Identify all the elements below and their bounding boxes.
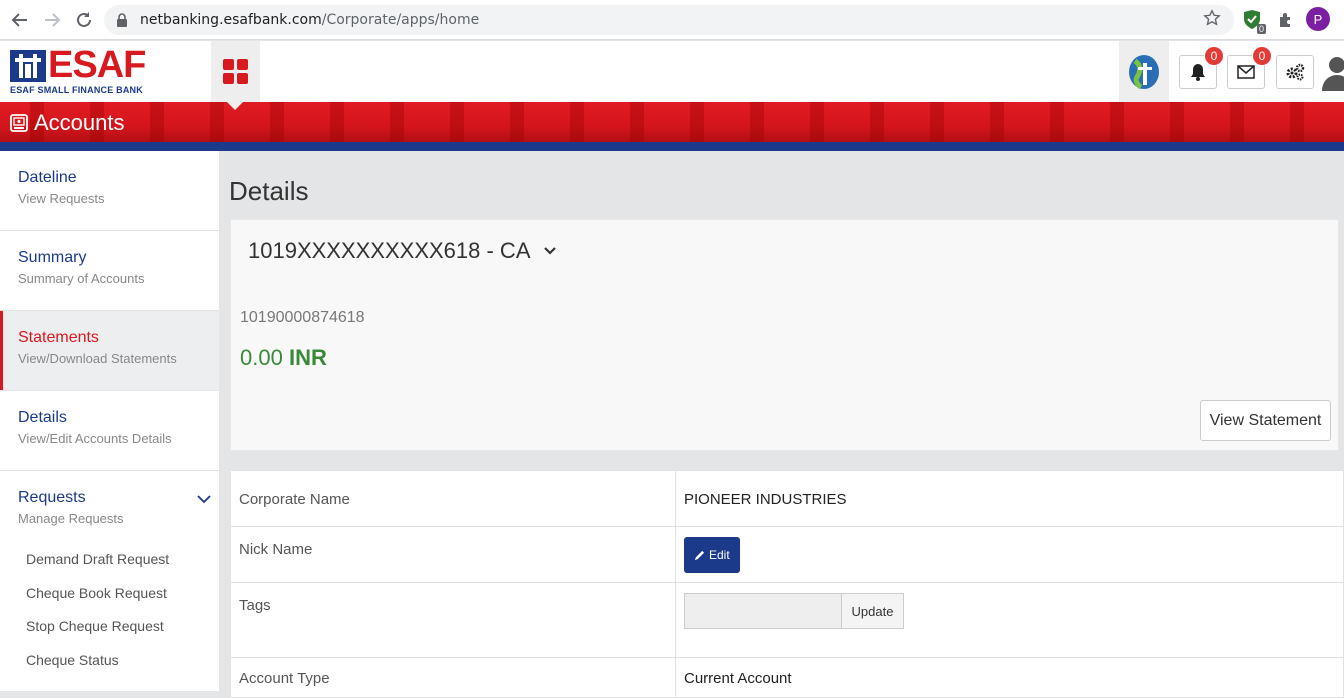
back-icon[interactable] xyxy=(8,8,32,32)
balance-currency: INR xyxy=(288,345,327,370)
section-band: Accounts xyxy=(0,102,1344,142)
sidebar-subitem-cheque-status[interactable]: Cheque Status xyxy=(0,646,219,680)
envelope-icon xyxy=(1237,65,1255,79)
reload-icon[interactable] xyxy=(72,8,96,32)
gears-icon xyxy=(1286,63,1305,81)
table-row: Account Type Current Account xyxy=(230,657,1344,698)
grid-icon xyxy=(222,58,248,84)
app-grid-button[interactable] xyxy=(211,41,260,102)
section-title-text: Accounts xyxy=(34,110,125,135)
blue-strip xyxy=(0,142,1344,151)
shield-extension-icon[interactable]: 0 xyxy=(1240,8,1266,34)
profile-avatar[interactable]: P xyxy=(1306,7,1330,31)
chevron-down-icon[interactable] xyxy=(197,491,211,509)
corporate-name-value: PIONEER INDUSTRIES xyxy=(675,470,1344,527)
account-details-table: Corporate Name PIONEER INDUSTRIES Nick N… xyxy=(230,470,1344,698)
sidebar-subitem-demand-draft[interactable]: Demand Draft Request xyxy=(0,545,219,579)
sidebar-item-dateline[interactable]: Dateline View Requests xyxy=(0,151,219,231)
address-bar[interactable]: netbanking.esafbank.com/Corporate/apps/h… xyxy=(104,5,1234,35)
logo-mark-icon xyxy=(10,50,46,82)
section-title: Accounts xyxy=(10,110,125,136)
settings-button[interactable] xyxy=(1276,55,1314,89)
app-header: ESAF ESAF SMALL FINANCE BANK 0 0 xyxy=(0,41,1344,102)
chevron-down-icon xyxy=(543,247,556,255)
pencil-icon xyxy=(694,550,705,560)
puzzle-extension-icon[interactable] xyxy=(1274,8,1298,32)
bell-icon xyxy=(1191,64,1205,81)
table-row: Tags Update xyxy=(230,582,1344,658)
edit-nickname-button[interactable]: Edit xyxy=(684,537,740,573)
globe-button[interactable] xyxy=(1119,41,1169,102)
messages-button[interactable]: 0 xyxy=(1227,46,1272,89)
account-number: 10190000874618 xyxy=(240,309,365,326)
notifications-button[interactable]: 0 xyxy=(1179,46,1224,89)
sidebar-item-requests[interactable]: Requests Manage Requests xyxy=(0,471,219,545)
esaf-logo[interactable]: ESAF ESAF SMALL FINANCE BANK xyxy=(10,44,150,96)
sidebar-item-subtitle: View/Download Statements xyxy=(18,351,177,366)
sidebar-subitem-cheque-book[interactable]: Cheque Book Request xyxy=(0,579,219,613)
forward-icon[interactable] xyxy=(40,8,64,32)
bookmark-star-icon[interactable] xyxy=(1203,9,1221,32)
sidebar-item-summary[interactable]: Summary Summary of Accounts xyxy=(0,231,219,311)
account-type-label: Account Type xyxy=(230,657,676,698)
sidebar: Dateline View Requests Summary Summary o… xyxy=(0,151,219,691)
sidebar-item-details[interactable]: Details View/Edit Accounts Details xyxy=(0,391,219,471)
nick-name-label: Nick Name xyxy=(230,526,676,583)
sidebar-item-title: Requests xyxy=(18,489,86,506)
browser-toolbar: netbanking.esafbank.com/Corporate/apps/h… xyxy=(0,0,1344,40)
sidebar-item-subtitle: View Requests xyxy=(18,191,105,206)
url-text: netbanking.esafbank.com/Corporate/apps/h… xyxy=(140,12,480,28)
sidebar-item-title: Statements xyxy=(18,329,99,346)
sidebar-item-title: Details xyxy=(18,409,67,426)
sidebar-item-subtitle: Summary of Accounts xyxy=(18,271,145,286)
table-row: Nick Name Edit xyxy=(230,526,1344,583)
sidebar-item-subtitle: View/Edit Accounts Details xyxy=(18,431,172,446)
logo-word: ESAF xyxy=(48,44,146,86)
notifications-badge: 0 xyxy=(1204,46,1224,66)
tags-input[interactable] xyxy=(684,593,841,629)
page-title: Details xyxy=(229,176,309,206)
account-type-value: Current Account xyxy=(675,657,1344,698)
edit-button-label: Edit xyxy=(709,548,730,562)
table-row: Corporate Name PIONEER INDUSTRIES xyxy=(230,470,1344,527)
messages-badge: 0 xyxy=(1252,46,1272,66)
tags-label: Tags xyxy=(230,582,676,658)
balance-amount: 0.00 xyxy=(240,345,283,370)
extension-badge: 0 xyxy=(1256,24,1266,34)
sidebar-item-title: Dateline xyxy=(18,169,77,186)
sidebar-item-statements[interactable]: Statements View/Download Statements xyxy=(0,311,219,391)
logo-subtitle: ESAF SMALL FINANCE BANK xyxy=(10,85,143,95)
view-statement-button[interactable]: View Statement xyxy=(1200,400,1331,441)
account-card: 1019XXXXXXXXXX618 - CA 10190000874618 0.… xyxy=(230,219,1339,451)
lock-icon xyxy=(116,13,128,32)
sidebar-item-subtitle: Manage Requests xyxy=(18,511,124,526)
sidebar-item-title: Summary xyxy=(18,249,87,266)
tags-input-group: Update xyxy=(684,593,1335,629)
account-selector-value: 1019XXXXXXXXXX618 - CA xyxy=(248,238,531,263)
band-notch xyxy=(227,102,243,110)
tags-cell: Update xyxy=(675,582,1344,658)
account-selector[interactable]: 1019XXXXXXXXXX618 - CA xyxy=(248,238,557,264)
nick-name-cell: Edit xyxy=(675,526,1344,583)
update-tags-button[interactable]: Update xyxy=(841,593,904,629)
account-balance: 0.00 INR xyxy=(240,345,327,371)
accounts-icon xyxy=(10,114,28,132)
sidebar-subitem-stop-cheque[interactable]: Stop Cheque Request xyxy=(0,612,219,646)
corporate-name-label: Corporate Name xyxy=(230,470,676,527)
user-avatar-icon[interactable] xyxy=(1322,55,1344,91)
globe-icon xyxy=(1129,54,1159,89)
